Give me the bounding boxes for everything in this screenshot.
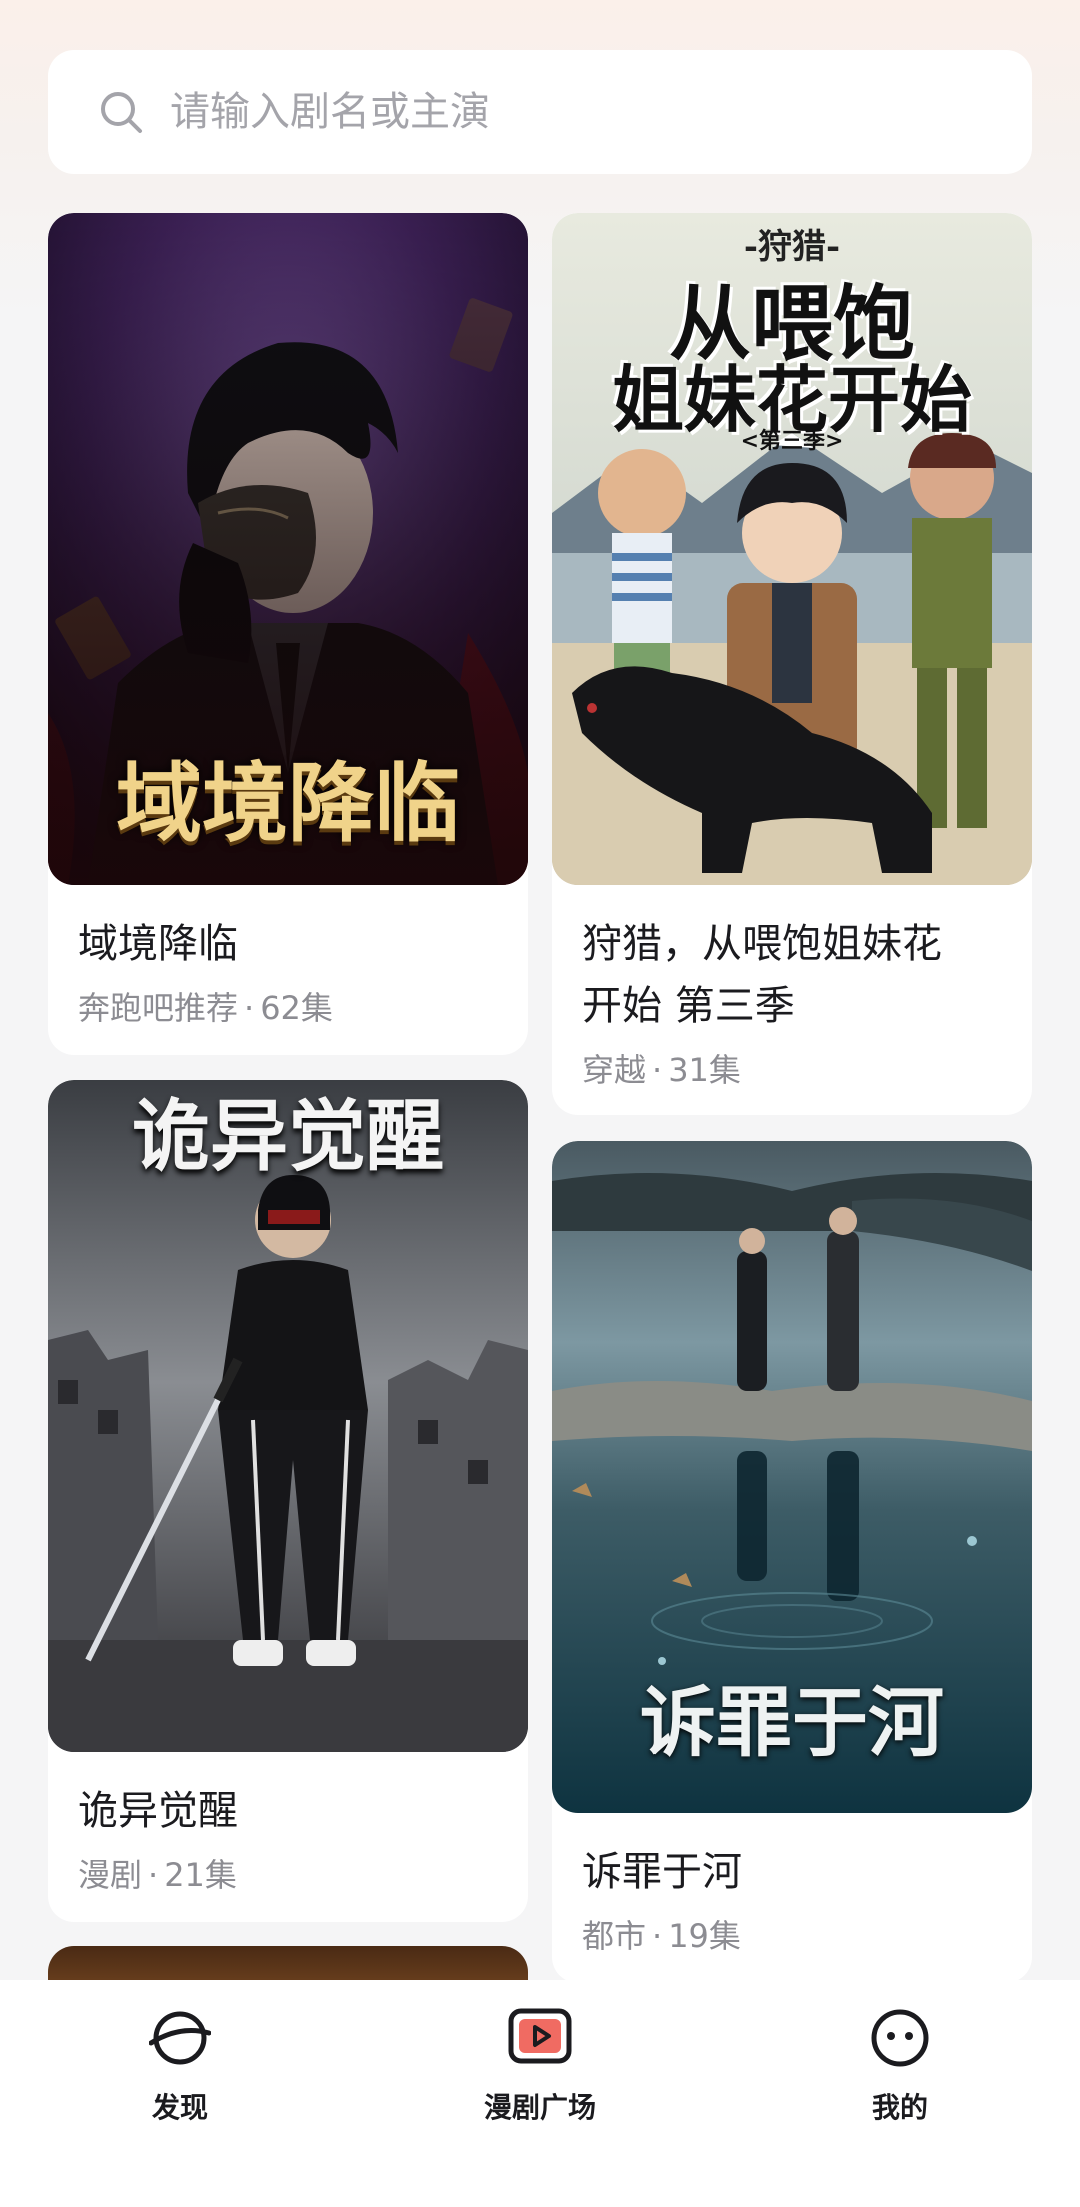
poster-title: 域境降临 <box>116 753 460 854</box>
card-episodes: 62集 <box>260 989 333 1027</box>
drama-poster[interactable]: -狩猎- 从喂饱 姐妹花开始 <第三季> <box>552 213 1032 885</box>
card-info: 诡异觉醒 漫剧 · 21集 <box>48 1752 528 1900</box>
card-category: 奔跑吧推荐 <box>78 989 239 1027</box>
nav-item-mine[interactable]: 我的 <box>720 1980 1080 2207</box>
nav-label: 漫剧广场 <box>483 2091 596 2124</box>
card-title-line2: 开始 第三季 <box>582 983 795 1029</box>
play-square-icon <box>508 2006 572 2070</box>
poster-title: 诉罪于河 <box>640 1678 944 1767</box>
card-episodes: 19集 <box>668 1917 741 1955</box>
bottom-nav: 发现 漫剧广场 我的 <box>0 1980 1080 2207</box>
search-bar[interactable] <box>48 50 1032 174</box>
poster-title: 诡异觉醒 <box>131 1091 444 1182</box>
poster-season: <第三季> <box>740 428 844 454</box>
card-title: 域境降临 <box>78 921 238 967</box>
card-episodes: 31集 <box>668 1051 741 1089</box>
drama-poster[interactable]: 域境降临 <box>48 213 528 885</box>
card-info: 诉罪于河 都市 · 19集 <box>552 1813 1032 1961</box>
nav-item-discover[interactable]: 发现 <box>0 1980 360 2207</box>
drama-card[interactable]: 诡异觉醒 诡异觉醒 漫剧 · 21集 <box>48 1080 528 1922</box>
search-icon <box>96 87 146 137</box>
drama-card[interactable]: 域境降临 域境降临 奔跑吧推荐 · 62集 <box>48 213 528 1055</box>
drama-card[interactable]: 诉罪于河 诉罪于河 都市 · 19集 <box>552 1141 1032 1983</box>
card-info: 狩猎，从喂饱姐妹花 开始 第三季 穿越 · 31集 <box>552 885 1032 1095</box>
card-category: 漫剧 <box>78 1856 143 1894</box>
card-category: 穿越 <box>582 1051 647 1089</box>
nav-label: 发现 <box>151 2091 208 2124</box>
card-title-line1: 狩猎，从喂饱姐妹花 <box>582 921 942 967</box>
search-input[interactable] <box>170 89 970 135</box>
card-meta: 穿越 · 31集 <box>582 1045 1002 1095</box>
card-meta: 漫剧 · 21集 <box>78 1850 498 1900</box>
meta-separator: · <box>652 1051 663 1089</box>
card-meta: 奔跑吧推荐 · 62集 <box>78 983 498 1033</box>
nav-label: 我的 <box>871 2091 928 2124</box>
meta-separator: · <box>148 1856 159 1894</box>
nav-item-drama-square[interactable]: 漫剧广场 <box>360 1980 720 2207</box>
meta-separator: · <box>652 1917 663 1955</box>
card-title: 诡异觉醒 <box>78 1788 238 1834</box>
drama-poster[interactable]: 诉罪于河 <box>552 1141 1032 1813</box>
drama-card[interactable]: -狩猎- 从喂饱 姐妹花开始 <第三季> 狩猎，从喂饱姐妹花 开始 第三季 穿越… <box>552 213 1032 1115</box>
page: 域境降临 域境降临 奔跑吧推荐·62集 <box>0 0 1080 2207</box>
planet-icon <box>148 2006 212 2070</box>
card-title: 诉罪于河 <box>582 1849 742 1895</box>
smiley-face-icon <box>868 2006 932 2070</box>
card-episodes: 21集 <box>164 1856 237 1894</box>
drama-poster[interactable]: 诡异觉醒 <box>48 1080 528 1752</box>
card-meta: 都市 · 19集 <box>582 1911 1002 1961</box>
meta-separator: · <box>244 989 255 1027</box>
card-category: 都市 <box>582 1917 647 1955</box>
card-info: 域境降临 奔跑吧推荐 · 62集 <box>48 885 528 1033</box>
